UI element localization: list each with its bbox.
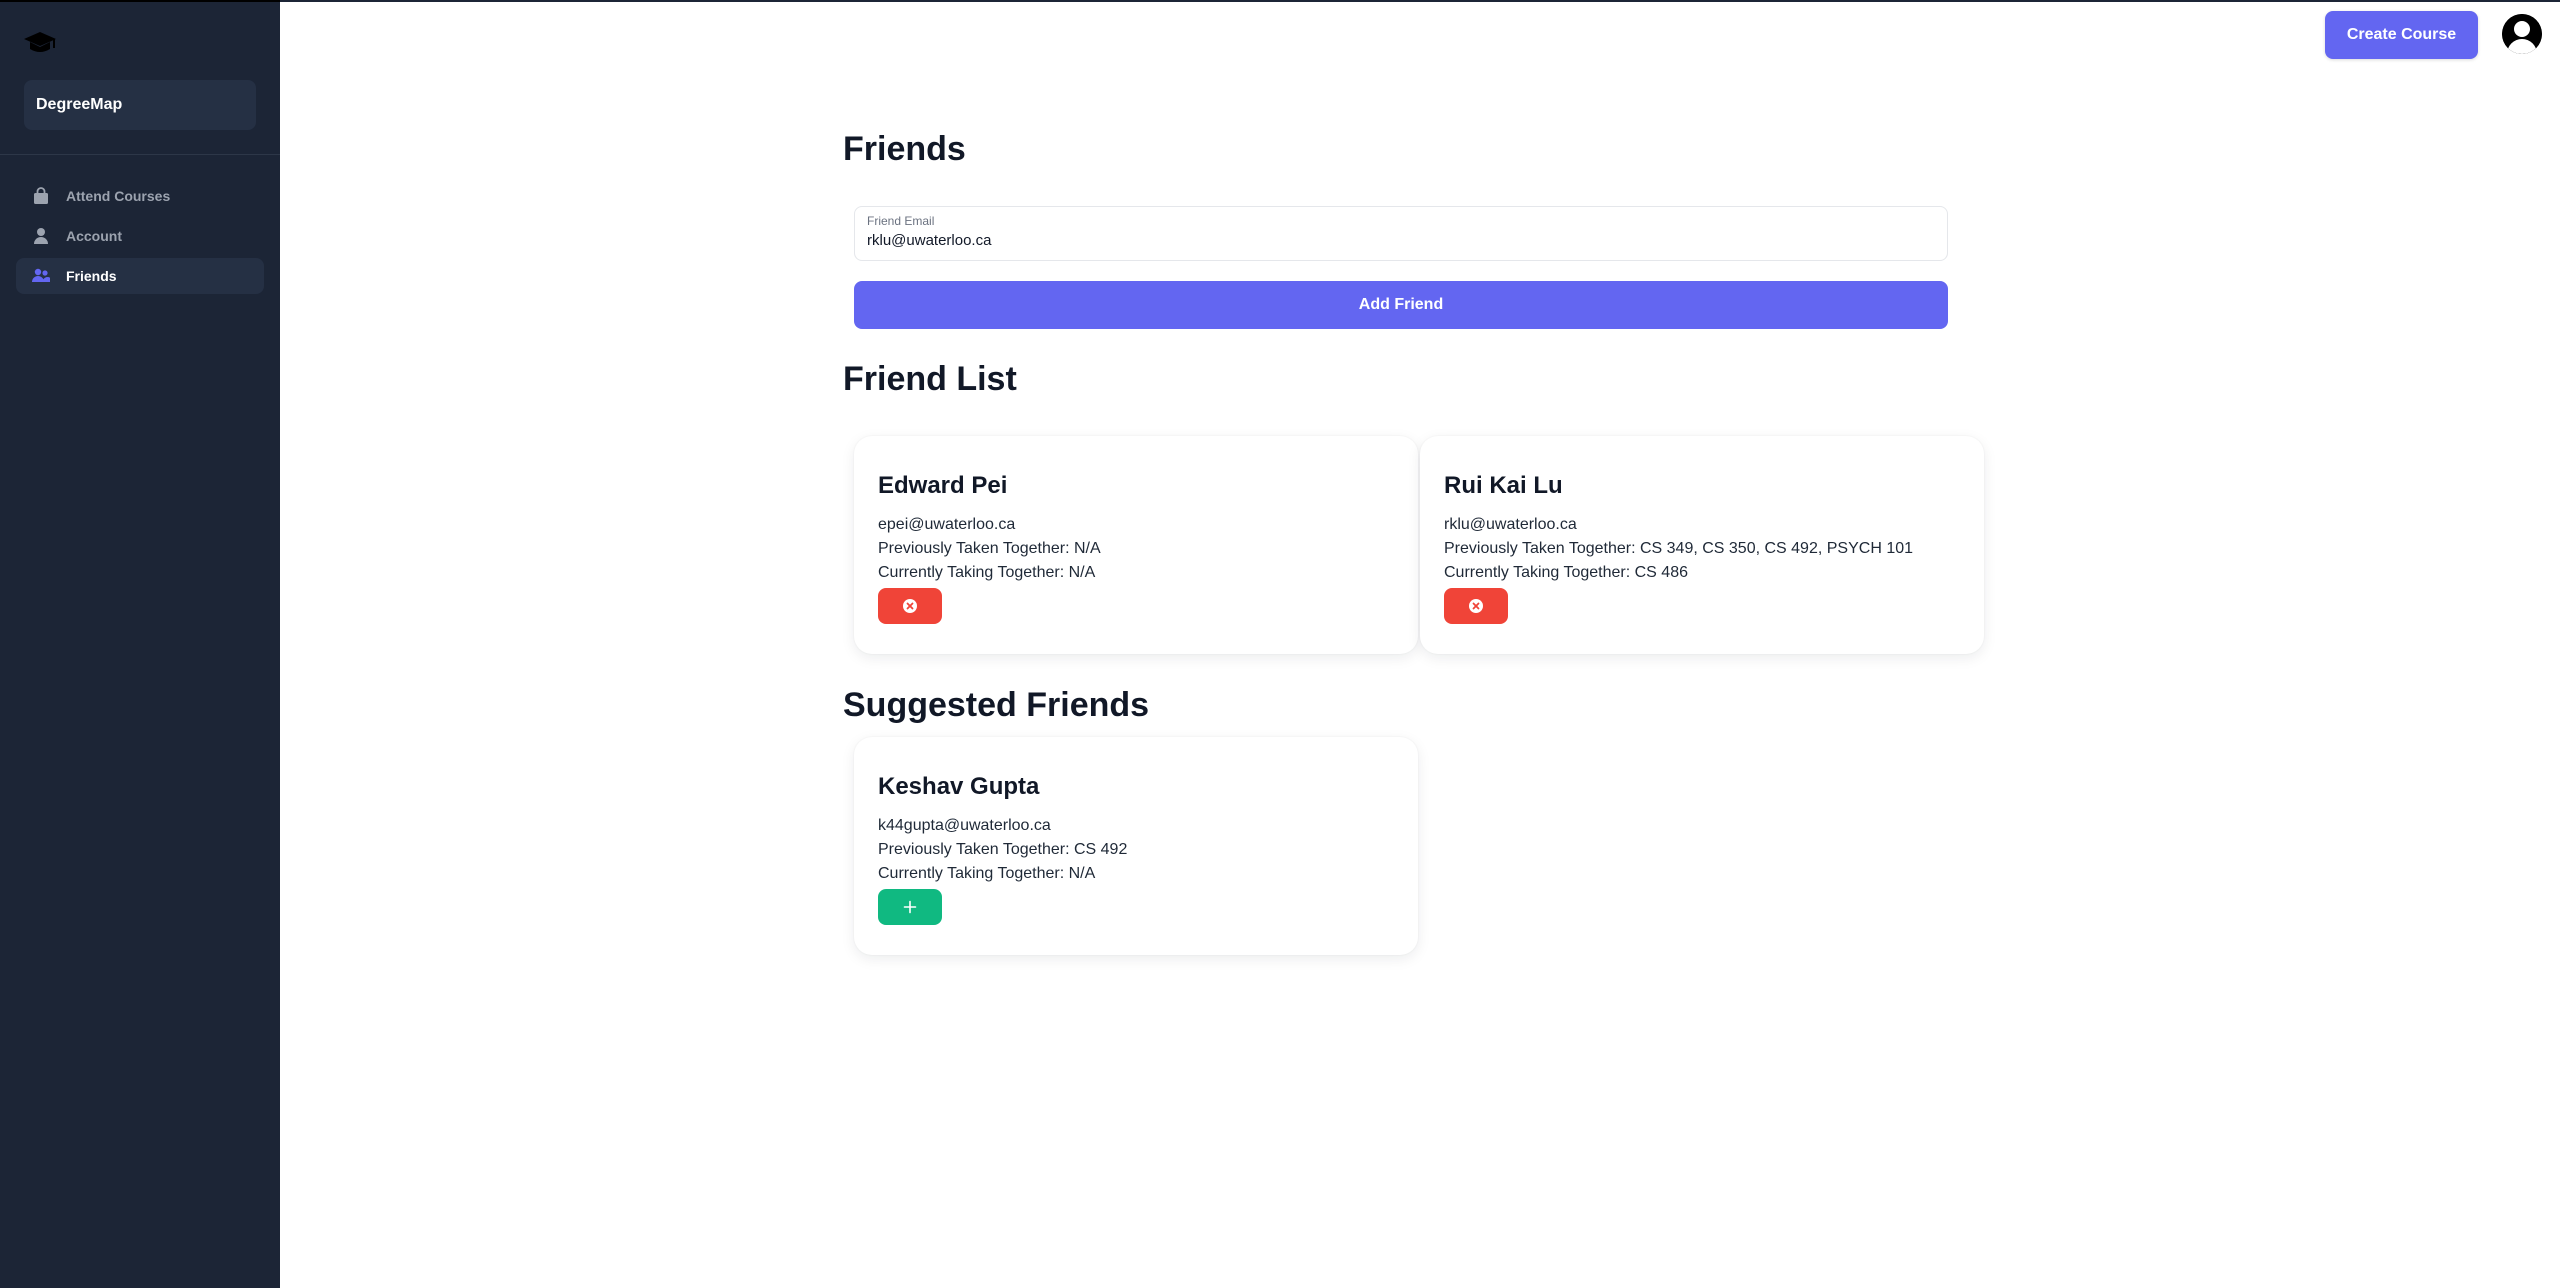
previously-taken-together: Previously Taken Together: CS 349, CS 35… (1444, 540, 1914, 557)
users-icon (32, 267, 50, 285)
friend-email: epei@uwaterloo.ca (878, 516, 1016, 533)
friend-email-field[interactable]: Friend Email (854, 206, 1948, 261)
friend-email-input[interactable] (867, 232, 1935, 249)
close-circle-icon (1469, 599, 1483, 613)
friend-name: Rui Kai Lu (1444, 472, 1563, 499)
friend-email: k44gupta@uwaterloo.ca (878, 817, 1051, 834)
remove-friend-button[interactable] (878, 588, 942, 624)
workspace-name: DegreeMap (36, 96, 123, 113)
currently-taking-together: Currently Taking Together: CS 486 (1444, 564, 1688, 581)
sidebar-item-label: Account (66, 228, 122, 244)
graduation-cap-icon[interactable] (22, 28, 58, 58)
previously-taken-together: Previously Taken Together: CS 492 (878, 841, 1128, 858)
friend-list-title: Friend List (843, 360, 1017, 398)
avatar[interactable] (2502, 14, 2542, 54)
add-friend-button[interactable]: Add Friend (854, 281, 1948, 329)
friend-card: Rui Kai Lu rklu@uwaterloo.ca Previously … (1420, 436, 1984, 654)
sidebar-divider (0, 154, 280, 155)
create-course-button[interactable]: Create Course (2325, 11, 2478, 59)
shopping-bag-icon (32, 187, 50, 205)
friend-name: Edward Pei (878, 472, 1008, 499)
friend-email-label: Friend Email (867, 214, 935, 228)
friend-email: rklu@uwaterloo.ca (1444, 516, 1577, 533)
sidebar-item-attend-courses[interactable]: Attend Courses (16, 178, 264, 214)
plus-icon (903, 900, 917, 914)
close-circle-icon (903, 599, 917, 613)
remove-friend-button[interactable] (1444, 588, 1508, 624)
user-avatar-icon (2502, 14, 2542, 54)
sidebar-item-label: Friends (66, 268, 117, 284)
sidebar-item-label: Attend Courses (66, 188, 171, 204)
workspace-selector[interactable]: DegreeMap (24, 80, 256, 130)
user-icon (32, 227, 50, 245)
sidebar: DegreeMap Attend Courses Account Friends (0, 0, 280, 1288)
sidebar-item-account[interactable]: Account (16, 218, 264, 254)
suggested-friends-title: Suggested Friends (843, 686, 1150, 724)
sidebar-nav: Attend Courses Account Friends (16, 178, 264, 298)
friend-name: Keshav Gupta (878, 773, 1040, 800)
page-title: Friends (843, 130, 966, 168)
suggested-friend-card: Keshav Gupta k44gupta@uwaterloo.ca Previ… (854, 737, 1418, 955)
add-suggested-friend-button[interactable] (878, 889, 942, 925)
sidebar-item-friends[interactable]: Friends (16, 258, 264, 294)
currently-taking-together: Currently Taking Together: N/A (878, 564, 1096, 581)
top-border (280, 0, 2560, 2)
friend-card: Edward Pei epei@uwaterloo.ca Previously … (854, 436, 1418, 654)
previously-taken-together: Previously Taken Together: N/A (878, 540, 1101, 557)
currently-taking-together: Currently Taking Together: N/A (878, 865, 1096, 882)
